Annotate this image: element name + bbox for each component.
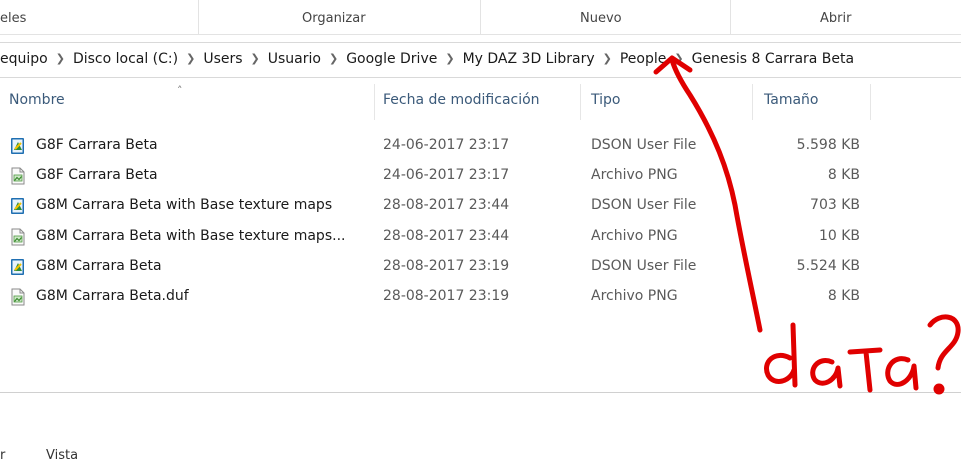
column-header-name[interactable]: Nombre [9, 92, 65, 108]
file-name: G8F Carrara Beta [36, 167, 158, 184]
ribbon-group-bar: eles Organizar Nuevo Abrir [0, 0, 961, 35]
file-size: 5.524 KB [796, 257, 860, 274]
dson-file-icon [9, 197, 27, 215]
annotation-letter-t [847, 347, 883, 393]
file-row[interactable]: G8M Carrara Beta.duf 28-08-2017 23:19 Arch… [0, 282, 961, 312]
ribbon-divider [198, 0, 199, 34]
file-size: 10 KB [818, 227, 860, 244]
breadcrumb-item[interactable]: Disco local (C:) [73, 51, 178, 67]
breadcrumb-item[interactable]: Usuario [268, 51, 321, 67]
ribbon-group-label: Organizar [302, 11, 366, 26]
file-type: Archivo PNG [591, 227, 678, 244]
file-name: G8F Carrara Beta [36, 137, 158, 153]
column-header-size[interactable]: Tamaño [764, 92, 818, 108]
file-type: Archivo PNG [591, 167, 678, 184]
file-row[interactable]: G8M Carrara Beta with Base texture maps.… [0, 222, 961, 252]
breadcrumb-item[interactable]: People [620, 51, 667, 67]
chevron-right-icon[interactable]: ❯ [251, 52, 260, 65]
file-size: 703 KB [810, 197, 860, 214]
column-header-row: Nombre Fecha de modificación Tipo Tamaño [0, 84, 961, 120]
file-row[interactable]: G8M Carrara Beta 28-08-2017 23:19 DSON Use… [0, 252, 961, 282]
file-name: G8M Carrara Beta.duf [36, 288, 189, 304]
file-name: G8M Carrara Beta with Base texture maps [36, 197, 333, 214]
ribbon-group-label: Abrir [820, 11, 852, 26]
file-type: DSON User File [591, 197, 697, 214]
file-type: DSON User File [591, 137, 697, 153]
chevron-right-icon[interactable]: ❯ [603, 52, 612, 65]
column-header-type[interactable]: Tipo [591, 92, 620, 108]
file-size: 5.598 KB [796, 137, 860, 153]
breadcrumb-item[interactable]: equipo [0, 51, 48, 67]
file-date: 28-08-2017 23:44 [383, 227, 510, 244]
ribbon-group-label: eles [0, 11, 27, 26]
file-size: 8 KB [827, 288, 860, 304]
breadcrumb-item[interactable]: My DAZ 3D Library [463, 51, 595, 67]
ribbon-divider [480, 0, 481, 34]
file-row[interactable]: G8F Carrara Beta 24-06-2017 23:17 DSON Use… [0, 131, 961, 161]
png-file-icon [9, 167, 27, 185]
file-date: 28-08-2017 23:19 [383, 257, 510, 274]
file-name: G8M Carrara Beta with Base texture maps.… [36, 227, 346, 244]
ribbon-group-label: Nuevo [580, 11, 622, 26]
file-date: 24-06-2017 23:17 [383, 167, 510, 184]
file-name: G8M Carrara Beta [36, 257, 162, 274]
column-divider[interactable] [374, 84, 375, 120]
breadcrumb-item[interactable]: Genesis 8 Carrara Beta [692, 51, 855, 67]
dson-file-icon [9, 258, 27, 276]
column-divider[interactable] [870, 84, 871, 120]
file-date: 28-08-2017 23:19 [383, 288, 510, 304]
chevron-right-icon[interactable]: ❯ [329, 52, 338, 65]
breadcrumb-item[interactable]: Users [203, 51, 242, 67]
annotation-letter-d [764, 322, 798, 388]
chevron-right-icon[interactable]: ❯ [56, 52, 65, 65]
file-size: 8 KB [827, 167, 860, 184]
file-type: Archivo PNG [591, 288, 678, 304]
ribbon-tab-vista[interactable]: Vista [46, 448, 78, 463]
file-date: 28-08-2017 23:44 [383, 197, 510, 214]
annotation-question-mark [927, 314, 961, 371]
file-row[interactable]: G8M Carrara Beta with Base texture maps 2… [0, 191, 961, 221]
column-divider[interactable] [752, 84, 753, 120]
ribbon-tab[interactable]: r [0, 448, 5, 463]
dson-file-icon [9, 137, 27, 155]
annotation-letter-a [885, 356, 919, 391]
address-bar[interactable]: equipo ❯ Disco local (C:) ❯ Users ❯ Usuario ❯ Go… [0, 42, 961, 78]
breadcrumb-item[interactable]: Google Drive [346, 51, 437, 67]
chevron-right-icon[interactable]: ❯ [186, 52, 195, 65]
file-row[interactable]: G8F Carrara Beta 24-06-2017 23:17 Archivo … [0, 161, 961, 191]
annotation-letter-a [810, 358, 843, 389]
file-type: DSON User File [591, 257, 697, 274]
file-date: 24-06-2017 23:17 [383, 137, 510, 153]
column-divider[interactable] [580, 84, 581, 120]
ribbon-divider [730, 0, 731, 34]
chevron-right-icon[interactable]: ❯ [445, 52, 454, 65]
png-file-icon [9, 288, 27, 306]
pane-divider [0, 392, 961, 393]
chevron-right-icon[interactable]: ❯ [674, 52, 683, 65]
png-file-icon [9, 228, 27, 246]
breadcrumb: equipo ❯ Disco local (C:) ❯ Users ❯ Usuario ❯ Go… [0, 51, 854, 67]
column-header-date[interactable]: Fecha de modificación [383, 92, 540, 108]
